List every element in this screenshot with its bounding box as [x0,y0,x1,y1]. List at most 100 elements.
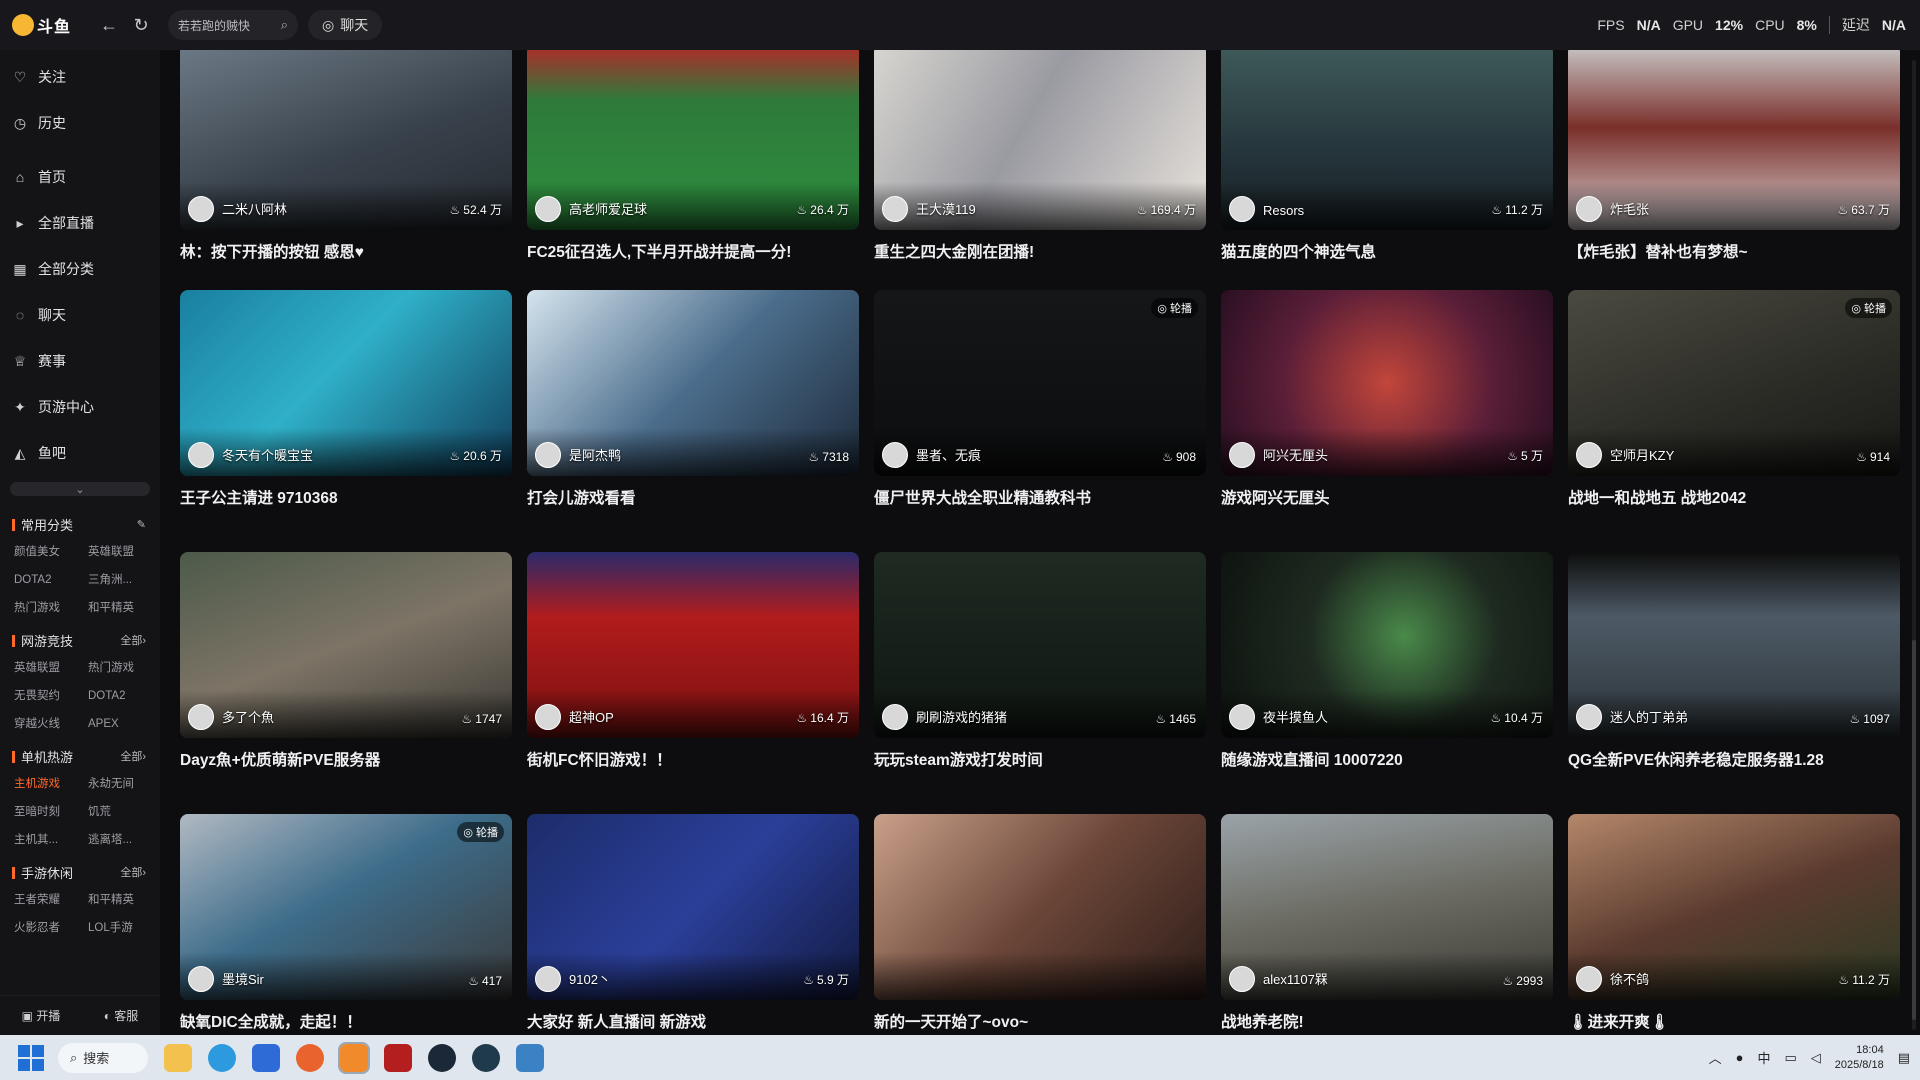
category-link[interactable]: 饥荒 [88,798,162,826]
anchor-name[interactable]: 墨者、无痕 [916,445,981,464]
stream-thumbnail[interactable]: 阿兴无厘头 ♨ 5 万 [1221,290,1553,476]
live-room-card[interactable]: ◎ 轮播 空师月KZY ♨ 914 战地一和战地五 战地2042 [1568,290,1900,530]
category-link[interactable]: 主机其... [14,826,88,854]
ime-icon[interactable]: 中 [1757,1048,1770,1067]
category-link[interactable]: 王者荣耀 [14,886,88,914]
refresh-icon[interactable]: ↻ [128,12,154,38]
edge-browser-icon[interactable] [208,1043,236,1072]
stream-thumbnail[interactable]: 炸毛张 ♨ 63.7 万 [1568,50,1900,230]
anchor-name[interactable]: 刷刷游戏的猪猪 [916,707,1007,726]
category-more-link[interactable]: 全部› [120,748,146,764]
room-title[interactable]: 战地养老院! [1221,1010,1553,1032]
douyu-logo[interactable]: 斗鱼 [12,12,82,38]
anchor-name[interactable]: 墨境Sir [222,969,264,988]
stream-thumbnail[interactable]: 高老师爱足球 ♨ 26.4 万 [527,50,859,230]
obs-icon[interactable] [472,1043,500,1072]
room-title[interactable]: 打会儿游戏看看 [527,486,859,508]
sidebar-item-all-categories[interactable]: ▦ 全部分类 [0,246,160,292]
edit-icon[interactable]: ✎ [137,518,146,531]
voicemeeter-icon[interactable] [384,1043,412,1072]
stream-thumbnail[interactable]: alex1107槑 ♨ 2993 [1221,814,1553,1000]
category-link[interactable]: 和平精英 [88,594,162,622]
stream-thumbnail[interactable]: 冬天有个暖宝宝 ♨ 20.6 万 [180,290,512,476]
anchor-name[interactable]: 9102丶 [569,969,611,988]
room-title[interactable]: FC25征召选人,下半月开战并提高一分! [527,240,859,262]
room-title[interactable]: 玩玩steam游戏打发时间 [874,748,1206,770]
room-title[interactable]: 重生之四大金刚在团播! [874,240,1206,262]
live-room-card[interactable]: 刷刷游戏的猪猪 ♨ 1465 玩玩steam游戏打发时间 [874,552,1206,792]
stream-thumbnail[interactable]: ◎ 轮播 空师月KZY ♨ 914 [1568,290,1900,476]
category-link[interactable]: 热门游戏 [88,654,162,682]
volume-icon[interactable]: ◁ [1811,1050,1821,1066]
stream-thumbnail[interactable]: 刷刷游戏的猪猪 ♨ 1465 [874,552,1206,738]
anchor-name[interactable]: 多了个魚 [222,707,274,726]
anchor-name[interactable]: 徐不鸽 [1610,969,1649,988]
stream-thumbnail[interactable]: ◎ 轮播 墨境Sir ♨ 417 [180,814,512,1000]
room-title[interactable]: 随缘游戏直播间 10007220 [1221,748,1553,770]
anchor-name[interactable]: 王大漠119 [916,199,976,218]
search-box[interactable]: ⌕ [168,10,298,40]
stream-thumbnail[interactable]: 迷人的丁弟弟 ♨ 1097 [1568,552,1900,738]
category-link[interactable]: APEX [88,710,162,738]
live-room-card[interactable]: 阿兴无厘头 ♨ 5 万游戏阿兴无厘头 [1221,290,1553,530]
avatar[interactable] [1229,704,1255,730]
avatar[interactable] [188,442,214,468]
back-arrow-icon[interactable]: ← [96,12,122,38]
avatar[interactable] [882,704,908,730]
sidebar-item-webgames[interactable]: ✦ 页游中心 [0,384,160,430]
live-room-card[interactable]: 炸毛张 ♨ 63.7 万【炸毛张】替补也有梦想~ [1568,50,1900,284]
live-room-card[interactable]: 夜半摸鱼人 ♨ 10.4 万随缘游戏直播间 10007220 [1221,552,1553,792]
room-title[interactable]: 游戏阿兴无厘头 [1221,486,1553,508]
anchor-name[interactable]: 空师月KZY [1610,445,1674,464]
category-link[interactable]: 热门游戏 [14,594,88,622]
live-room-card[interactable]: 高老师爱足球 ♨ 26.4 万 FC25征召选人,下半月开战并提高一分! [527,50,859,284]
room-title[interactable]: 🌡进来开爽🌡 [1568,1010,1900,1032]
avatar[interactable] [1229,442,1255,468]
category-link[interactable]: 火影忍者 [14,914,88,942]
microphone-icon[interactable]: ● [1736,1050,1744,1065]
category-link[interactable]: DOTA2 [88,682,162,710]
live-room-card[interactable]: 新的一天开始了~ovo~ [874,814,1206,1035]
category-link[interactable]: 和平精英 [88,886,162,914]
live-room-card[interactable]: Resors ♨ 11.2 万猫五度的四个神选气息 [1221,50,1553,284]
anchor-name[interactable]: 是阿杰鸭 [569,445,621,464]
anchor-name[interactable]: 炸毛张 [1610,199,1649,218]
live-room-card[interactable]: 二米八阿林 ♨ 52.4 万林：按下开播的按钮 感恩♥ [180,50,512,284]
category-link[interactable]: 三角洲... [88,566,162,594]
collapse-toggle[interactable]: ⌄ [10,482,150,496]
category-more-link[interactable]: 全部› [120,864,146,880]
stream-thumbnail[interactable]: 多了个魚 ♨ 1747 [180,552,512,738]
live-room-card[interactable]: ◎ 轮播 墨境Sir ♨ 417 缺氧DIC全成就，走起！！ [180,814,512,1035]
scrollbar[interactable] [1912,60,1916,1030]
chat-button[interactable]: ◎ 聊天 [308,10,383,40]
avatar[interactable] [188,196,214,222]
room-title[interactable]: 街机FC怀旧游戏！！ [527,748,859,770]
category-link[interactable]: 英雄联盟 [14,654,88,682]
stream-thumbnail[interactable]: 王大漠119 ♨ 169.4 万 [874,50,1206,230]
firefox-icon[interactable] [296,1043,324,1072]
sidebar-item-events[interactable]: ♕ 赛事 [0,338,160,384]
sidebar-item-home[interactable]: ⌂ 首页 [0,154,160,200]
avatar[interactable] [188,704,214,730]
avatar[interactable] [1229,196,1255,222]
avatar[interactable] [535,704,561,730]
category-link[interactable]: 颜值美女 [14,538,88,566]
anchor-name[interactable]: 夜半摸鱼人 [1263,707,1328,726]
anchor-name[interactable]: 迷人的丁弟弟 [1610,707,1688,726]
broadcast-button[interactable]: ▣ 开播 [22,1007,61,1024]
avatar[interactable] [188,966,214,992]
avatar[interactable] [535,196,561,222]
clock[interactable]: 18:04 2025/8/18 [1835,1043,1884,1073]
live-room-card[interactable]: alex1107槑 ♨ 2993 战地养老院! [1221,814,1553,1035]
stream-thumbnail[interactable] [874,814,1206,1000]
sidebar-item-all-live[interactable]: ▸ 全部直播 [0,200,160,246]
room-title[interactable]: 大家好 新人直播间 新游戏 [527,1010,859,1032]
avatar[interactable] [1576,442,1602,468]
douyu-app-icon[interactable] [338,1041,370,1074]
room-title[interactable]: 猫五度的四个神选气息 [1221,240,1553,262]
anchor-name[interactable]: 超神OP [569,707,614,726]
category-link[interactable]: 永劫无间 [88,770,162,798]
live-room-card[interactable]: 多了个魚 ♨ 1747 Dayz魚+优质萌新PVE服务器 [180,552,512,792]
taskbar-search[interactable]: ⌕ 搜索 [58,1042,148,1073]
chevron-up-icon[interactable]: ︿ [1709,1048,1722,1067]
